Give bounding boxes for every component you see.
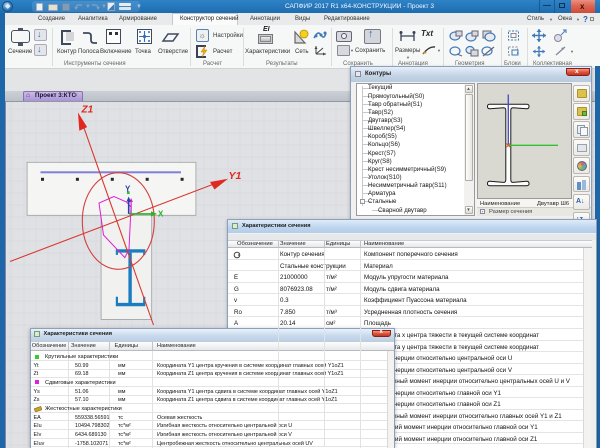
svg-text:Y1: Y1 bbox=[228, 170, 241, 182]
svg-text:X: X bbox=[158, 210, 164, 219]
svg-text:Y: Y bbox=[125, 185, 131, 194]
svg-text:Z1: Z1 bbox=[80, 105, 93, 116]
